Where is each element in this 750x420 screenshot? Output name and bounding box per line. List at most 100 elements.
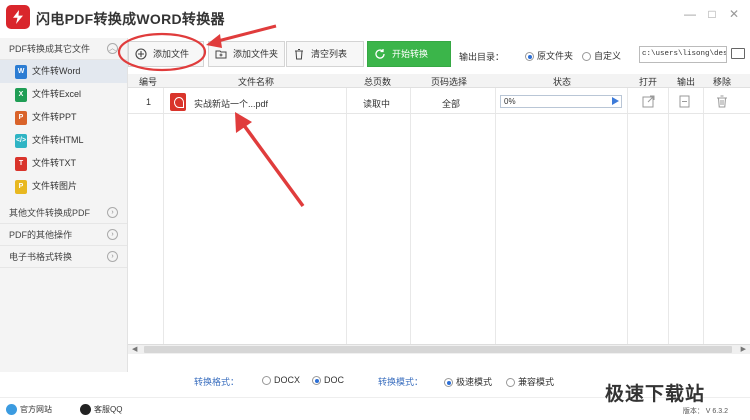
add-folder-button[interactable]: 添加文件夹 [208,41,285,67]
browse-folder-icon[interactable] [731,48,745,59]
sidebar-item-label: 文件转图片 [32,181,78,191]
row-pages: 读取中 [363,99,391,109]
output-dir-label: 输出目录： [459,52,505,62]
radio-icon [582,52,591,62]
play-icon[interactable] [612,97,619,105]
watermark-text: 极速下载站 [605,384,706,405]
section-label: 其他文件转换成PDF [9,208,91,218]
sidebar-item-2[interactable]: P 文件转PPT [0,106,127,129]
format-label: 转换格式： [194,377,240,387]
title-bar: 闪电PDF转换成WORD转换器 — □ ✕ [0,0,750,34]
chevron-right-icon: › [107,207,118,218]
column-divider [163,88,164,344]
output-custom-option[interactable]: 自定义 [582,49,621,62]
radio-icon [506,378,515,388]
column-divider [346,88,347,344]
sidebar-section-pdf-to-other[interactable]: PDF转换成其它文件 ︿ [0,38,127,60]
sidebar-section-ebook-convert[interactable]: 电子书格式转换 › [0,246,127,268]
support-qq-link[interactable]: 客服QQ [80,404,122,416]
col-header-filename: 文件名称 [238,77,275,87]
sidebar-item-label: 文件转Excel [32,89,82,99]
official-website-link[interactable]: 官方网站 [6,404,52,416]
sidebar-item-label: 文件转HTML [32,135,84,145]
scroll-right-icon[interactable]: ▶ [741,345,746,353]
file-type-icon: P [15,110,27,125]
table-header: 编号 文件名称 总页数 页码选择 状态 打开 输出 移除 [128,74,750,88]
scrollbar-thumb[interactable] [144,346,732,353]
add-folder-label: 添加文件夹 [233,49,279,59]
clear-list-button[interactable]: 清空列表 [286,41,364,67]
format-doc-option[interactable]: DOC [312,375,344,386]
sidebar-item-4[interactable]: T 文件转TXT [0,152,127,175]
horizontal-scrollbar[interactable]: ◀ ▶ [128,344,750,354]
file-type-icon: W [15,64,27,79]
mode-fast-option[interactable]: 极速模式 [444,375,492,388]
table-row[interactable]: 1 实战新站一个...pdf 读取中 全部 0% [128,90,750,114]
annotation-arrowhead [235,112,252,133]
refresh-icon [375,49,385,59]
option-label: 极速模式 [456,377,493,387]
option-label: 原文件夹 [537,51,574,61]
globe-icon [6,404,17,416]
column-divider [410,88,411,344]
maximize-button[interactable]: □ [705,7,719,21]
minimize-button[interactable]: — [683,7,697,21]
sidebar-item-1[interactable]: X 文件转Excel [0,83,127,106]
section-label: PDF的其他操作 [9,230,73,240]
clear-list-label: 清空列表 [311,49,348,59]
trash-icon[interactable] [716,95,728,108]
sidebar-item-0[interactable]: W 文件转Word [0,60,127,83]
pdf-file-icon [170,93,186,111]
col-header-status: 状态 [553,77,572,87]
row-index: 1 [146,97,152,107]
sidebar-item-label: 文件转PPT [32,112,77,122]
file-type-icon: T [15,156,27,171]
section-label: 电子书格式转换 [9,252,73,262]
sidebar-section-pdf-other-ops[interactable]: PDF的其他操作 › [0,224,127,246]
col-header-index: 编号 [139,77,158,87]
radio-selected-icon [444,378,453,388]
output-file-icon[interactable] [679,95,690,108]
sidebar-item-label: 文件转Word [32,66,81,76]
file-type-icon: </> [15,133,27,148]
progress-text: 0% [504,97,516,106]
output-source-option[interactable]: 原文件夹 [525,49,573,62]
column-divider [703,88,704,344]
link-label: 官方网站 [20,405,52,414]
option-label: DOC [324,375,344,385]
start-convert-button[interactable]: 开始转换 [367,41,451,67]
add-file-button[interactable]: 添加文件 [128,41,204,67]
mode-label: 转换模式： [378,377,424,387]
row-filename: 实战新站一个...pdf [194,99,269,109]
chevron-right-icon: › [107,229,118,240]
file-type-icon: P [15,179,27,194]
option-label: 自定义 [594,51,622,61]
scroll-left-icon[interactable]: ◀ [132,345,137,353]
col-header-output: 输出 [677,77,696,87]
format-docx-option[interactable]: DOCX [262,375,301,386]
option-label: DOCX [274,375,301,385]
radio-selected-icon [525,52,534,62]
column-divider [495,88,496,344]
chevron-up-icon: ︿ [107,43,118,54]
column-divider [627,88,628,344]
sidebar: PDF转换成其它文件 ︿ W 文件转Word X 文件转Excel P 文件转PPT </>… [0,38,128,372]
mode-compat-option[interactable]: 兼容模式 [506,375,554,388]
sidebar-item-label: 文件转TXT [32,158,76,168]
chevron-right-icon: › [107,251,118,262]
col-header-remove: 移除 [713,77,732,87]
start-convert-label: 开始转换 [392,49,429,59]
radio-icon [262,376,271,386]
open-external-icon[interactable] [642,95,655,108]
annotation-arrow-line [241,122,305,208]
sidebar-section-other-to-pdf[interactable]: 其他文件转换成PDF › [0,202,127,224]
section-label: PDF转换成其它文件 [9,44,91,54]
radio-selected-icon [312,376,321,386]
row-progress-bar: 0% [500,95,622,108]
close-button[interactable]: ✕ [727,7,741,21]
row-page-select[interactable]: 全部 [442,97,460,110]
output-path-input[interactable]: c:\users\lisong\deskto [639,46,727,63]
add-file-label: 添加文件 [153,49,190,59]
sidebar-item-5[interactable]: P 文件转图片 [0,175,127,198]
sidebar-item-3[interactable]: </> 文件转HTML [0,129,127,152]
